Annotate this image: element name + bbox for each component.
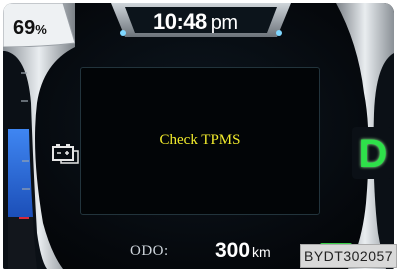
odometer-reading: 300 km — [215, 239, 271, 263]
gear-indicator: D — [358, 132, 388, 176]
battery-warning-icon — [52, 144, 79, 164]
clock-time: 10:48 — [153, 9, 207, 34]
odometer-value: 300 — [215, 239, 251, 262]
clock: 10:48 pm — [153, 9, 238, 35]
odometer-unit: km — [252, 244, 271, 260]
instrument-cluster-figure: 69% 10:48 pm D Check TPMS ODO: 300 km BY… — [0, 0, 397, 272]
multi-info-display: Check TPMS — [80, 67, 320, 215]
instrument-cluster: 69% 10:48 pm D Check TPMS ODO: 300 km — [3, 3, 394, 269]
warning-message: Check TPMS — [159, 132, 241, 148]
battery-percent-symbol: % — [35, 22, 47, 37]
odometer-label: ODO: — [130, 243, 169, 259]
battery-percent: 69% — [13, 17, 47, 40]
figure-code-label: BYDT302057 — [300, 244, 397, 268]
battery-percent-value: 69 — [13, 17, 36, 39]
clock-ampm: pm — [210, 12, 238, 34]
